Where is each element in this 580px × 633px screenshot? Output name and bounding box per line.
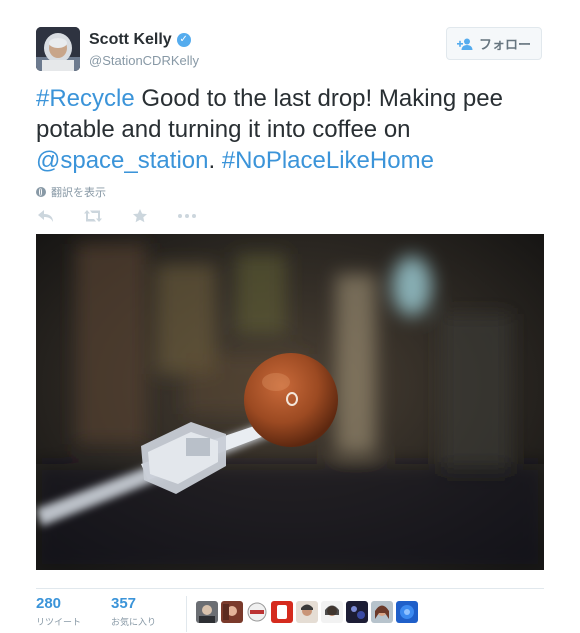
add-user-icon bbox=[456, 38, 473, 50]
avatar[interactable] bbox=[296, 601, 318, 623]
follow-button-label: フォロー bbox=[478, 37, 531, 52]
mention-space-station[interactable]: @space_station bbox=[36, 147, 208, 174]
favorite-button[interactable] bbox=[130, 206, 150, 226]
tweet-text: #Recycle Good to the last drop! Making p… bbox=[36, 83, 546, 176]
avatar[interactable] bbox=[221, 601, 243, 623]
user-name[interactable]: Scott Kelly ✓ bbox=[89, 31, 191, 49]
favoriter-avatars bbox=[196, 601, 418, 623]
translate-link[interactable]: 翻訳を表示 bbox=[36, 184, 106, 200]
tweet-body-text: . bbox=[208, 147, 222, 174]
more-button[interactable] bbox=[177, 206, 197, 226]
avatar[interactable] bbox=[321, 601, 343, 623]
tweet-photo[interactable] bbox=[36, 234, 544, 570]
reply-button[interactable] bbox=[36, 206, 56, 226]
tweet-card: Scott Kelly ✓ @StationCDRKelly フォロー #Rec… bbox=[0, 0, 580, 633]
translate-label: 翻訳を表示 bbox=[51, 187, 106, 199]
avatar[interactable] bbox=[246, 601, 268, 623]
favorite-count: 357 bbox=[111, 595, 137, 612]
tweet-actions bbox=[36, 206, 224, 226]
verified-badge-icon: ✓ bbox=[176, 33, 191, 47]
more-dots-icon bbox=[178, 214, 196, 218]
avatar[interactable] bbox=[371, 601, 393, 623]
stats-divider bbox=[36, 588, 544, 589]
retweet-label: リツイート bbox=[36, 617, 82, 627]
retweet-icon bbox=[84, 210, 102, 222]
avatar[interactable] bbox=[196, 601, 218, 623]
stats-separator bbox=[186, 596, 187, 632]
retweet-count: 280 bbox=[36, 595, 62, 612]
globe-icon bbox=[36, 187, 46, 197]
retweet-button[interactable] bbox=[83, 206, 103, 226]
avatar[interactable] bbox=[396, 601, 418, 623]
favorite-label: お気に入り bbox=[111, 617, 157, 627]
favorite-stat[interactable]: 357 お気に入り bbox=[111, 595, 156, 628]
avatar[interactable] bbox=[271, 601, 293, 623]
avatar[interactable] bbox=[36, 27, 80, 71]
user-handle[interactable]: @StationCDRKelly bbox=[89, 53, 199, 68]
star-icon bbox=[133, 209, 147, 223]
follow-button[interactable]: フォロー bbox=[446, 27, 542, 60]
hashtag-recycle[interactable]: #Recycle bbox=[36, 85, 135, 112]
display-name[interactable]: Scott Kelly bbox=[89, 31, 172, 49]
avatar[interactable] bbox=[346, 601, 368, 623]
reply-icon bbox=[38, 210, 53, 222]
hashtag-noplacelikehome[interactable]: #NoPlaceLikeHome bbox=[222, 147, 434, 174]
retweet-stat[interactable]: 280 リツイート bbox=[36, 595, 81, 628]
